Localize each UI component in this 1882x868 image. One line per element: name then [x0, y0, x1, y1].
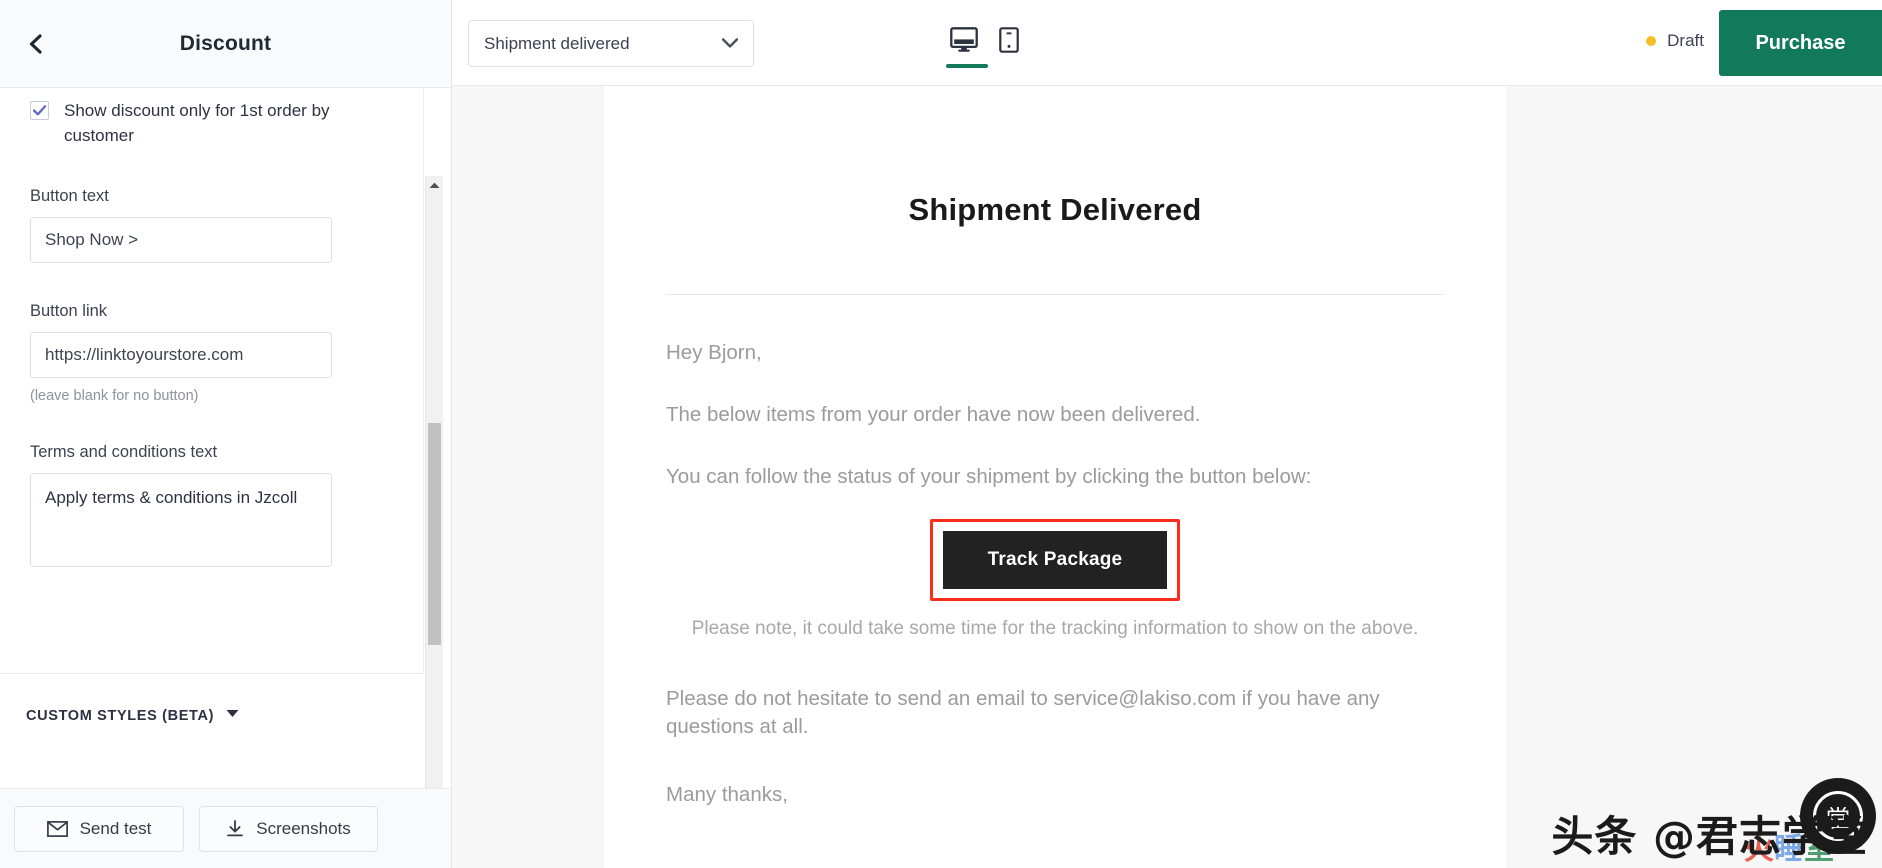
- button-link-input[interactable]: https://linktoyourstore.com: [30, 332, 332, 378]
- cta-note: Please note, it could take some time for…: [691, 618, 1419, 639]
- back-button[interactable]: [8, 16, 64, 72]
- email-preview-area: Shipment Delivered Hey Bjorn, The below …: [452, 86, 1882, 868]
- envelope-icon: [46, 820, 68, 837]
- button-link-label: Button link: [30, 302, 108, 320]
- scrollbar-up-button[interactable]: [426, 176, 443, 193]
- purchase-button[interactable]: Purchase: [1719, 10, 1882, 76]
- device-desktop-button[interactable]: [941, 18, 987, 66]
- email-body: Shipment Delivered Hey Bjorn, The below …: [604, 192, 1506, 809]
- first-order-checkbox-label: Show discount only for 1st order by cust…: [64, 101, 330, 145]
- button-text-input[interactable]: Shop Now >: [30, 217, 332, 263]
- panel-scrollbar[interactable]: [425, 176, 443, 868]
- screenshots-label: Screenshots: [256, 818, 351, 838]
- caret-down-icon: [226, 705, 239, 723]
- watermark-logo-glyph: 堂: [1813, 791, 1863, 841]
- status-dot-icon: [1646, 36, 1657, 46]
- editor-top-bar: Shipment delivered Draft Purchase: [452, 0, 1882, 86]
- cta-selection-outline[interactable]: Track Package: [930, 519, 1180, 601]
- email-support-line: Please do not hesitate to send an email …: [666, 687, 1380, 738]
- mobile-phone-icon: [999, 26, 1019, 58]
- device-mobile-button[interactable]: [986, 18, 1032, 66]
- watermark-logo: 堂: [1800, 778, 1876, 854]
- email-paragraph-2: You can follow the status of your shipme…: [666, 465, 1312, 488]
- first-order-checkbox-row[interactable]: Show discount only for 1st order by cust…: [30, 88, 393, 148]
- chevron-left-icon: [26, 33, 46, 55]
- button-link-hint: (leave blank for no button): [30, 388, 199, 404]
- send-test-label: Send test: [79, 818, 152, 838]
- first-order-checkbox[interactable]: [30, 101, 49, 120]
- email-greeting: Hey Bjorn,: [666, 341, 762, 364]
- page-title: Discount: [179, 31, 272, 55]
- button-text-label: Button text: [30, 187, 109, 205]
- watermark-sub-blue: 睡: [1774, 832, 1804, 867]
- status-badge: Draft: [1646, 31, 1704, 51]
- scrollbar-thumb[interactable]: [428, 423, 441, 645]
- email-closing: Many thanks,: [666, 783, 788, 806]
- template-select-value: Shipment delivered: [484, 33, 630, 53]
- panel-action-bar: Send test Screenshots: [0, 788, 451, 868]
- caret-up-icon: [429, 176, 440, 194]
- panel-scroll-area: Show discount only for 1st order by cust…: [0, 88, 451, 868]
- status-badge-label: Draft: [1667, 31, 1704, 50]
- watermark-sub-red: 火: [1744, 832, 1774, 867]
- chevron-down-icon: [721, 35, 739, 53]
- email-paragraph-1: The below items from your order have now…: [666, 403, 1201, 426]
- download-icon: [226, 819, 244, 838]
- custom-styles-section-toggle[interactable]: CUSTOM STYLES (BETA): [0, 705, 424, 725]
- email-title: Shipment Delivered: [908, 192, 1202, 227]
- custom-styles-label: CUSTOM STYLES (BETA): [26, 708, 215, 724]
- app-root: Discount Show discount only for 1st orde…: [0, 0, 1882, 868]
- email-divider: [666, 294, 1444, 295]
- terms-text-label: Terms and conditions text: [30, 443, 218, 461]
- track-package-button[interactable]: Track Package: [943, 531, 1167, 589]
- email-canvas: Shipment Delivered Hey Bjorn, The below …: [604, 86, 1506, 868]
- device-active-indicator: [946, 64, 988, 68]
- desktop-monitor-icon: [950, 26, 978, 58]
- discount-settings-panel: Discount Show discount only for 1st orde…: [0, 0, 452, 868]
- discount-form-card: Show discount only for 1st order by cust…: [0, 88, 424, 674]
- cta-wrapper: Track Package: [666, 519, 1444, 601]
- panel-header: Discount: [0, 0, 451, 88]
- screenshots-button[interactable]: Screenshots: [199, 805, 378, 852]
- send-test-button[interactable]: Send test: [14, 805, 184, 852]
- terms-text-input[interactable]: Apply terms & conditions in Jzcoll: [30, 473, 332, 567]
- template-select[interactable]: Shipment delivered: [468, 20, 754, 67]
